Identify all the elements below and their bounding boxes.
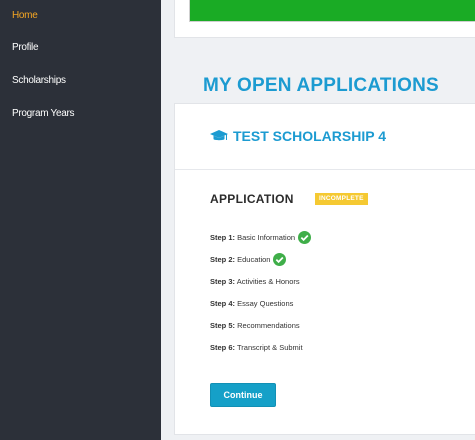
step-label: Education (237, 255, 271, 264)
continue-button[interactable]: Continue (210, 383, 276, 407)
step-number: Step 4: (210, 299, 236, 308)
application-card: TEST SCHOLARSHIP 4 APPLICATION INCOMPLET… (174, 103, 475, 435)
progress-card (174, 0, 475, 38)
step-number: Step 6: (210, 343, 236, 352)
step-label: Recommendations (237, 321, 300, 330)
step-number: Step 5: (210, 321, 236, 330)
step-label: Activities & Honors (236, 277, 300, 286)
main-content: MY OPEN APPLICATIONS TEST SCHOLARSHIP 4 … (161, 0, 475, 440)
step-label: Transcript & Submit (236, 343, 303, 352)
step-label: Basic Information (237, 233, 296, 242)
step-item: Step 5: Recommendations (210, 320, 300, 332)
progress-bar (189, 0, 475, 22)
step-item: Step 4: Essay Questions (210, 298, 293, 310)
status-badge: INCOMPLETE (315, 193, 368, 205)
step-label: Essay Questions (237, 299, 294, 308)
step-item: Step 6: Transcript & Submit (210, 342, 303, 354)
sidebar-item-home[interactable]: Home (0, 10, 38, 43)
scholarship-title: TEST SCHOLARSHIP 4 (233, 128, 386, 144)
card-header: TEST SCHOLARSHIP 4 (175, 104, 475, 170)
step-number: Step 3: (210, 277, 236, 286)
application-heading: APPLICATION (210, 192, 294, 206)
step-item: Step 1: Basic Information (210, 230, 312, 244)
step-number: Step 1: (210, 233, 236, 242)
sidebar-item-profile[interactable]: Profile (0, 42, 39, 75)
step-item: Step 3: Activities & Honors (210, 276, 300, 288)
sidebar-item-scholarships[interactable]: Scholarships (0, 75, 66, 108)
sidebar-item-program-years[interactable]: Program Years (0, 108, 75, 141)
graduation-cap-icon (210, 130, 228, 141)
page-title: MY OPEN APPLICATIONS (203, 75, 439, 96)
step-number: Step 2: (210, 255, 236, 264)
check-circle-icon (298, 230, 312, 244)
progress-bar-fill (190, 0, 475, 21)
check-circle-icon (273, 252, 287, 266)
sidebar: Home Profile Scholarships Program Years (0, 0, 161, 440)
step-item: Step 2: Education (210, 252, 287, 266)
